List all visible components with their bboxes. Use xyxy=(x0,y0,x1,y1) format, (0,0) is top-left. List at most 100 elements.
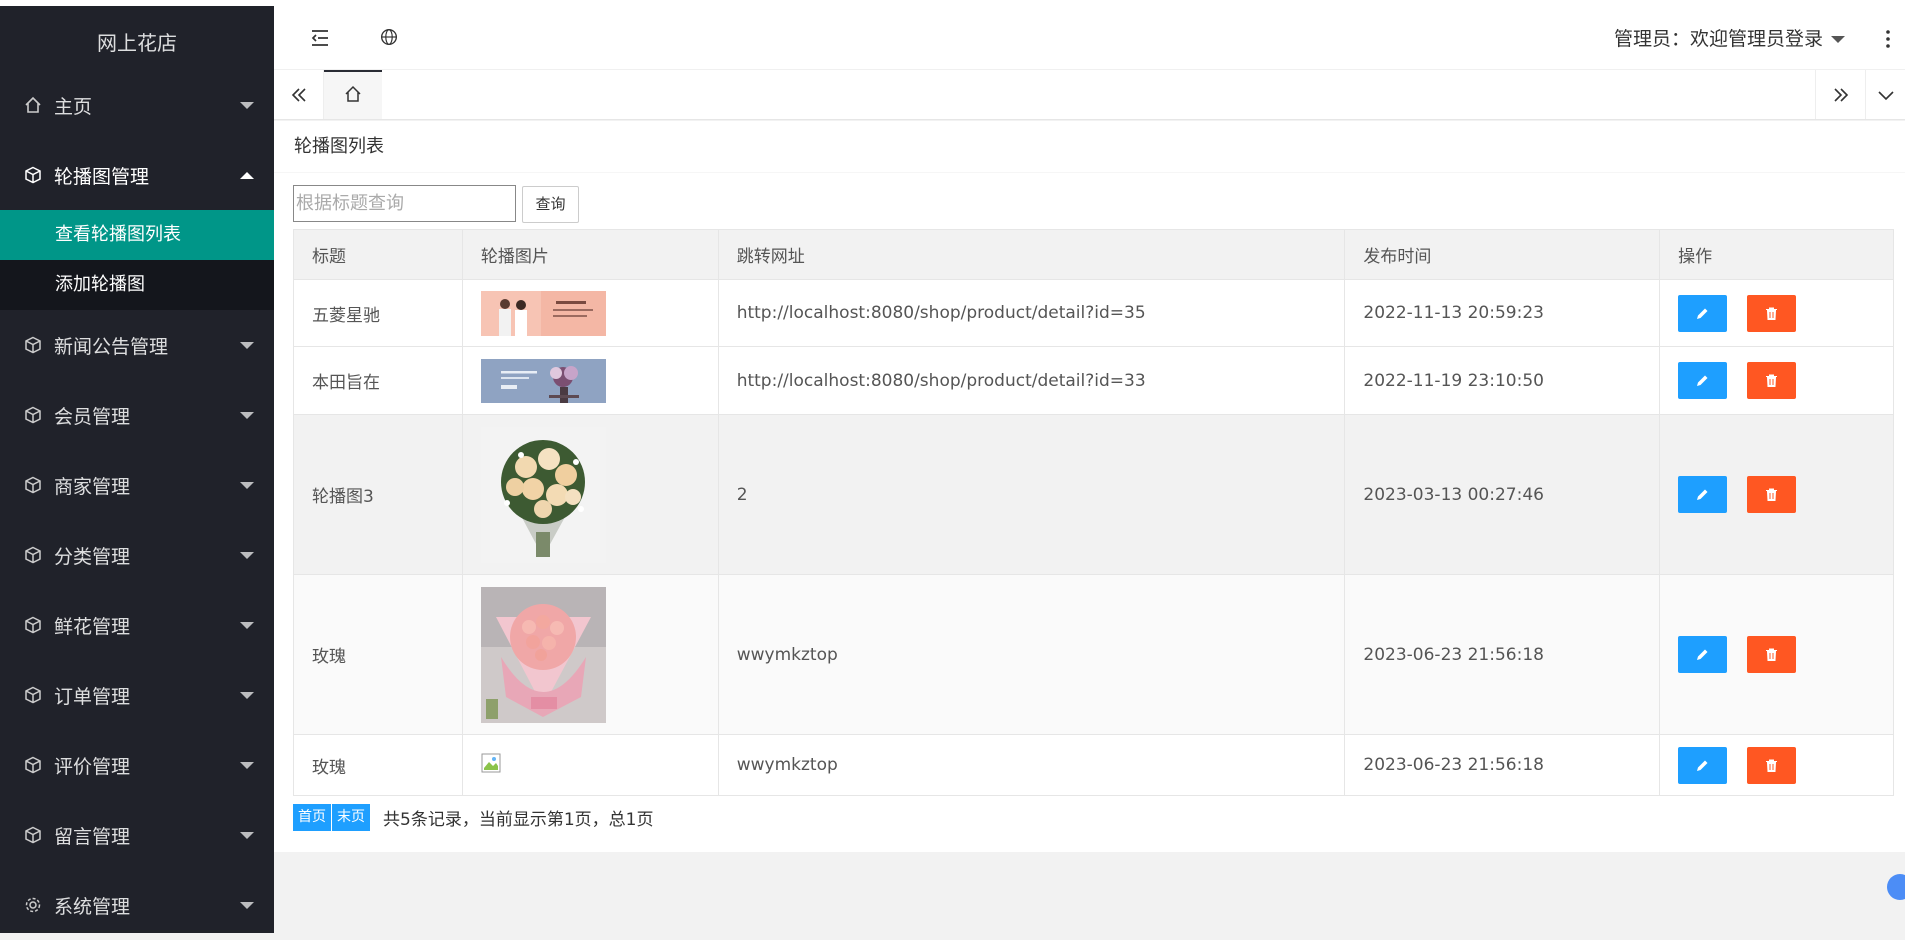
edit-button[interactable] xyxy=(1678,476,1728,513)
floating-action-button[interactable] xyxy=(1887,874,1905,900)
column-header: 标题 xyxy=(293,229,463,280)
cell-time: 2022-11-13 20:59:23 xyxy=(1344,279,1661,347)
trash-icon xyxy=(1765,648,1777,661)
sidebar-item-members[interactable]: 会员管理 xyxy=(0,380,274,450)
chevron-down-icon xyxy=(240,482,254,489)
sidebar-item-merchants[interactable]: 商家管理 xyxy=(0,450,274,520)
first-page-button[interactable]: 首页 xyxy=(293,804,331,831)
chevron-down-icon xyxy=(240,832,254,839)
sidebar-item-label: 订单管理 xyxy=(54,685,131,708)
sidebar-item-label: 会员管理 xyxy=(54,405,131,428)
table-row: 轮播图3 2 2023-03-13 00:27:46 xyxy=(293,414,1894,575)
tabs-menu-chevron-down-icon[interactable] xyxy=(1865,70,1905,119)
sidebar-subitem-add-carousel[interactable]: 添加轮播图 xyxy=(0,260,274,310)
cube-icon xyxy=(24,166,42,184)
tabs-bar xyxy=(274,70,1905,120)
collapse-menu-icon[interactable] xyxy=(308,26,332,50)
pencil-icon xyxy=(1697,649,1708,660)
cube-icon xyxy=(24,826,42,844)
sidebar-item-label: 系统管理 xyxy=(54,895,131,918)
sidebar-item-news[interactable]: 新闻公告管理 xyxy=(0,310,274,380)
delete-button[interactable] xyxy=(1746,636,1796,673)
cube-icon xyxy=(24,476,42,494)
home-icon xyxy=(24,96,42,114)
sidebar-item-orders[interactable]: 订单管理 xyxy=(0,660,274,730)
cell-actions xyxy=(1659,574,1894,735)
delete-button[interactable] xyxy=(1746,476,1796,513)
chevron-down-icon xyxy=(240,102,254,109)
cell-image xyxy=(461,414,719,575)
cell-title: 本田旨在 xyxy=(293,346,463,415)
cell-actions xyxy=(1659,734,1894,796)
sidebar-item-label: 新闻公告管理 xyxy=(54,335,169,358)
edit-button[interactable] xyxy=(1678,294,1728,332)
cell-url: wwymkztop xyxy=(717,734,1346,796)
carousel-table: 标题 轮播图片 跳转网址 发布时间 操作 五菱星驰 http://localho… xyxy=(293,229,1894,796)
trash-icon xyxy=(1765,374,1777,387)
cell-title: 五菱星驰 xyxy=(293,279,463,347)
pagination-info: 共5条记录，当前显示第1页，总1页 xyxy=(383,810,654,830)
delete-button[interactable] xyxy=(1746,294,1796,332)
edit-button[interactable] xyxy=(1678,636,1728,673)
cube-icon xyxy=(24,686,42,704)
sidebar-item-label: 分类管理 xyxy=(54,545,131,568)
cube-icon xyxy=(24,546,42,564)
tabs-scroll-right-icon[interactable] xyxy=(1815,70,1865,119)
sidebar-item-categories[interactable]: 分类管理 xyxy=(0,520,274,590)
search-bar: 根据标题查询 查询 xyxy=(293,185,579,223)
search-input[interactable]: 根据标题查询 xyxy=(293,185,516,222)
globe-icon[interactable] xyxy=(378,26,402,50)
sidebar-item-label: 主页 xyxy=(54,95,93,118)
banner-image[interactable] xyxy=(480,358,606,403)
submenu: 查看轮播图列表 添加轮播图 xyxy=(0,210,274,310)
sidebar-item-system[interactable]: 系统管理 xyxy=(0,870,274,940)
content-card: 轮播图列表 根据标题查询 查询 标题 轮播图片 跳转网址 发布时间 操作 五菱星… xyxy=(274,121,1905,900)
bouquet-image[interactable] xyxy=(480,586,606,723)
banner-image[interactable] xyxy=(480,290,606,336)
chevron-up-icon xyxy=(240,172,254,179)
cell-image xyxy=(461,346,719,415)
cube-icon xyxy=(24,756,42,774)
broken-image-icon[interactable] xyxy=(481,753,501,773)
gear-icon xyxy=(24,896,42,914)
tabs-scroll-left-icon[interactable] xyxy=(274,70,324,119)
search-button[interactable]: 查询 xyxy=(522,186,579,223)
sidebar-item-flowers[interactable]: 鲜花管理 xyxy=(0,590,274,660)
cell-url: 2 xyxy=(717,414,1346,575)
chevron-down-icon xyxy=(240,342,254,349)
cell-actions xyxy=(1659,279,1894,347)
tab-home[interactable] xyxy=(324,70,382,119)
last-page-button[interactable]: 末页 xyxy=(332,804,370,831)
column-header: 发布时间 xyxy=(1344,229,1661,280)
sidebar-item-reviews[interactable]: 评价管理 xyxy=(0,730,274,800)
sidebar-item-label: 商家管理 xyxy=(54,475,131,498)
chevron-down-icon xyxy=(240,692,254,699)
sidebar-item-home[interactable]: 主页 xyxy=(0,70,274,140)
cell-actions xyxy=(1659,414,1894,575)
bouquet-image[interactable] xyxy=(480,426,606,563)
sidebar-item-carousel[interactable]: 轮播图管理 xyxy=(0,140,274,210)
sidebar: 网上花店 主页 轮播图管理 查看轮播图列表 添加轮播图 新闻公告管理 会员管理 … xyxy=(0,0,274,933)
cell-time: 2023-06-23 21:56:18 xyxy=(1344,574,1661,735)
cube-icon xyxy=(24,336,42,354)
sidebar-subitem-carousel-list[interactable]: 查看轮播图列表 xyxy=(0,210,274,260)
column-header: 跳转网址 xyxy=(717,229,1346,280)
trash-icon xyxy=(1765,759,1777,772)
cell-image xyxy=(461,734,719,796)
trash-icon xyxy=(1765,488,1777,501)
sidebar-item-messages[interactable]: 留言管理 xyxy=(0,800,274,870)
sidebar-item-label: 鲜花管理 xyxy=(54,615,131,638)
chevron-down-icon xyxy=(240,622,254,629)
sidebar-item-label: 轮播图管理 xyxy=(54,165,150,188)
more-vertical-icon[interactable] xyxy=(1885,26,1891,52)
edit-button[interactable] xyxy=(1678,362,1728,399)
column-header: 轮播图片 xyxy=(461,229,719,280)
delete-button[interactable] xyxy=(1746,746,1796,784)
edit-button[interactable] xyxy=(1678,746,1728,784)
table-row: 本田旨在 http://localhost:8080/shop/product/… xyxy=(293,346,1894,415)
chevron-down-icon xyxy=(240,762,254,769)
cell-title: 玫瑰 xyxy=(293,574,463,735)
user-menu[interactable]: 管理员：欢迎管理员登录 xyxy=(1614,24,1845,51)
delete-button[interactable] xyxy=(1746,362,1796,399)
cell-title: 轮播图3 xyxy=(293,414,463,575)
